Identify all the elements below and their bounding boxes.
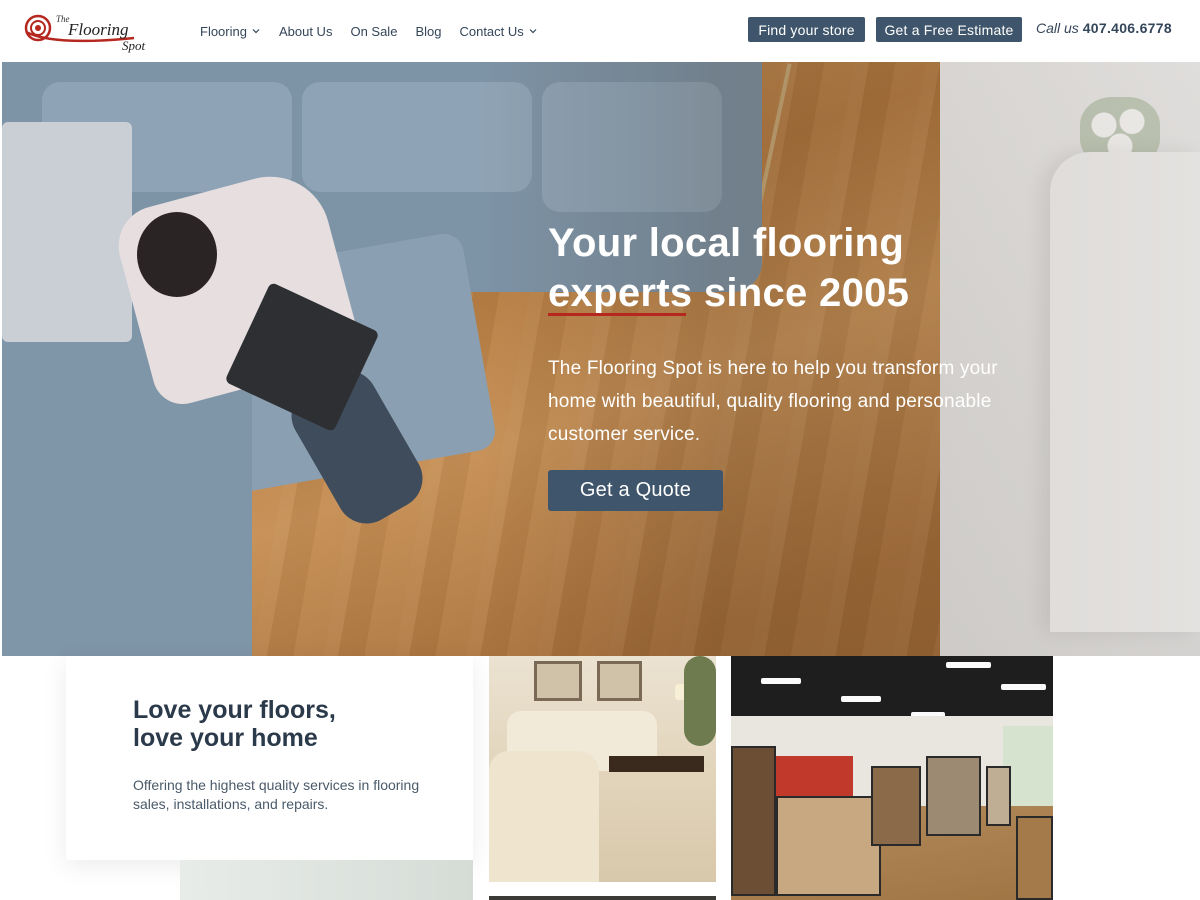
nav-item-about-us[interactable]: About Us [279,24,332,39]
living-room-frame [534,661,582,701]
site-logo[interactable]: The Flooring Spot [24,10,154,54]
nav-item-contact-us[interactable]: Contact Us [459,24,537,39]
store-display-rack [986,766,1011,826]
hero-section: Your local flooring experts since 2005 T… [2,62,1200,656]
nav-item-blog[interactable]: Blog [415,24,441,39]
store-ceiling-light [841,696,881,702]
store-display-rack [1016,816,1053,900]
living-room-photo [489,656,716,882]
nav-item-label: On Sale [350,23,398,39]
hero-title-rest: since 2005 [692,271,910,315]
store-ceiling-light [761,678,801,684]
nav-item-label: Blog [415,23,442,39]
feature-title: Love your floors, love your home [133,696,433,752]
feature-title-line1: Love your floors, [133,696,336,724]
living-room-frame [597,661,642,701]
chevron-down-icon [529,29,537,34]
nav-item-label: Flooring [200,23,247,39]
store-display-rack [926,756,981,836]
living-room-table [609,756,704,772]
living-room-armchair [489,751,599,882]
find-store-button[interactable]: Find your store [748,17,865,42]
store-display-rack [731,746,776,896]
feature-description: Offering the highest quality services in… [133,777,420,812]
store-interior-photo [731,656,1053,900]
phone-number[interactable]: 407.406.6778 [1083,20,1172,36]
hero-description: The Flooring Spot is here to help you tr… [548,358,998,445]
main-nav: Flooring About Us On Sale Blog Contact U… [200,0,538,62]
bottom-photo-partial [180,860,473,900]
free-estimate-button[interactable]: Get a Free Estimate [876,17,1022,42]
logo-text-spot: Spot [122,38,146,53]
store-red-display [773,756,853,796]
nav-item-label: Contact Us [459,23,524,39]
store-ceiling-light [1001,684,1046,690]
chevron-down-icon [252,29,260,34]
site-header: The Flooring Spot Flooring About Us On S… [0,0,1200,62]
hero-title: Your local flooring experts since 2005 [548,218,968,318]
nav-item-on-sale[interactable]: On Sale [350,24,397,39]
call-us[interactable]: Call us 407.406.6778 [1036,20,1172,36]
feature-title-line2: love your home [133,724,318,752]
call-us-label: Call us [1036,20,1079,36]
bottom-photo-partial [489,896,716,900]
living-room-plant [684,656,716,746]
store-ceiling-light [946,662,991,668]
logo-text-flooring: Flooring [67,20,128,39]
feature-card: Love your floors, love your home Offerin… [66,656,473,860]
store-display-rack [776,796,881,896]
store-display-rack [871,766,921,846]
nav-item-label: About Us [278,23,333,39]
hero-title-underlined: experts [548,268,692,318]
get-quote-button[interactable]: Get a Quote [548,470,723,511]
nav-item-flooring[interactable]: Flooring [200,24,261,39]
hero-title-line1: Your local flooring [548,221,905,265]
